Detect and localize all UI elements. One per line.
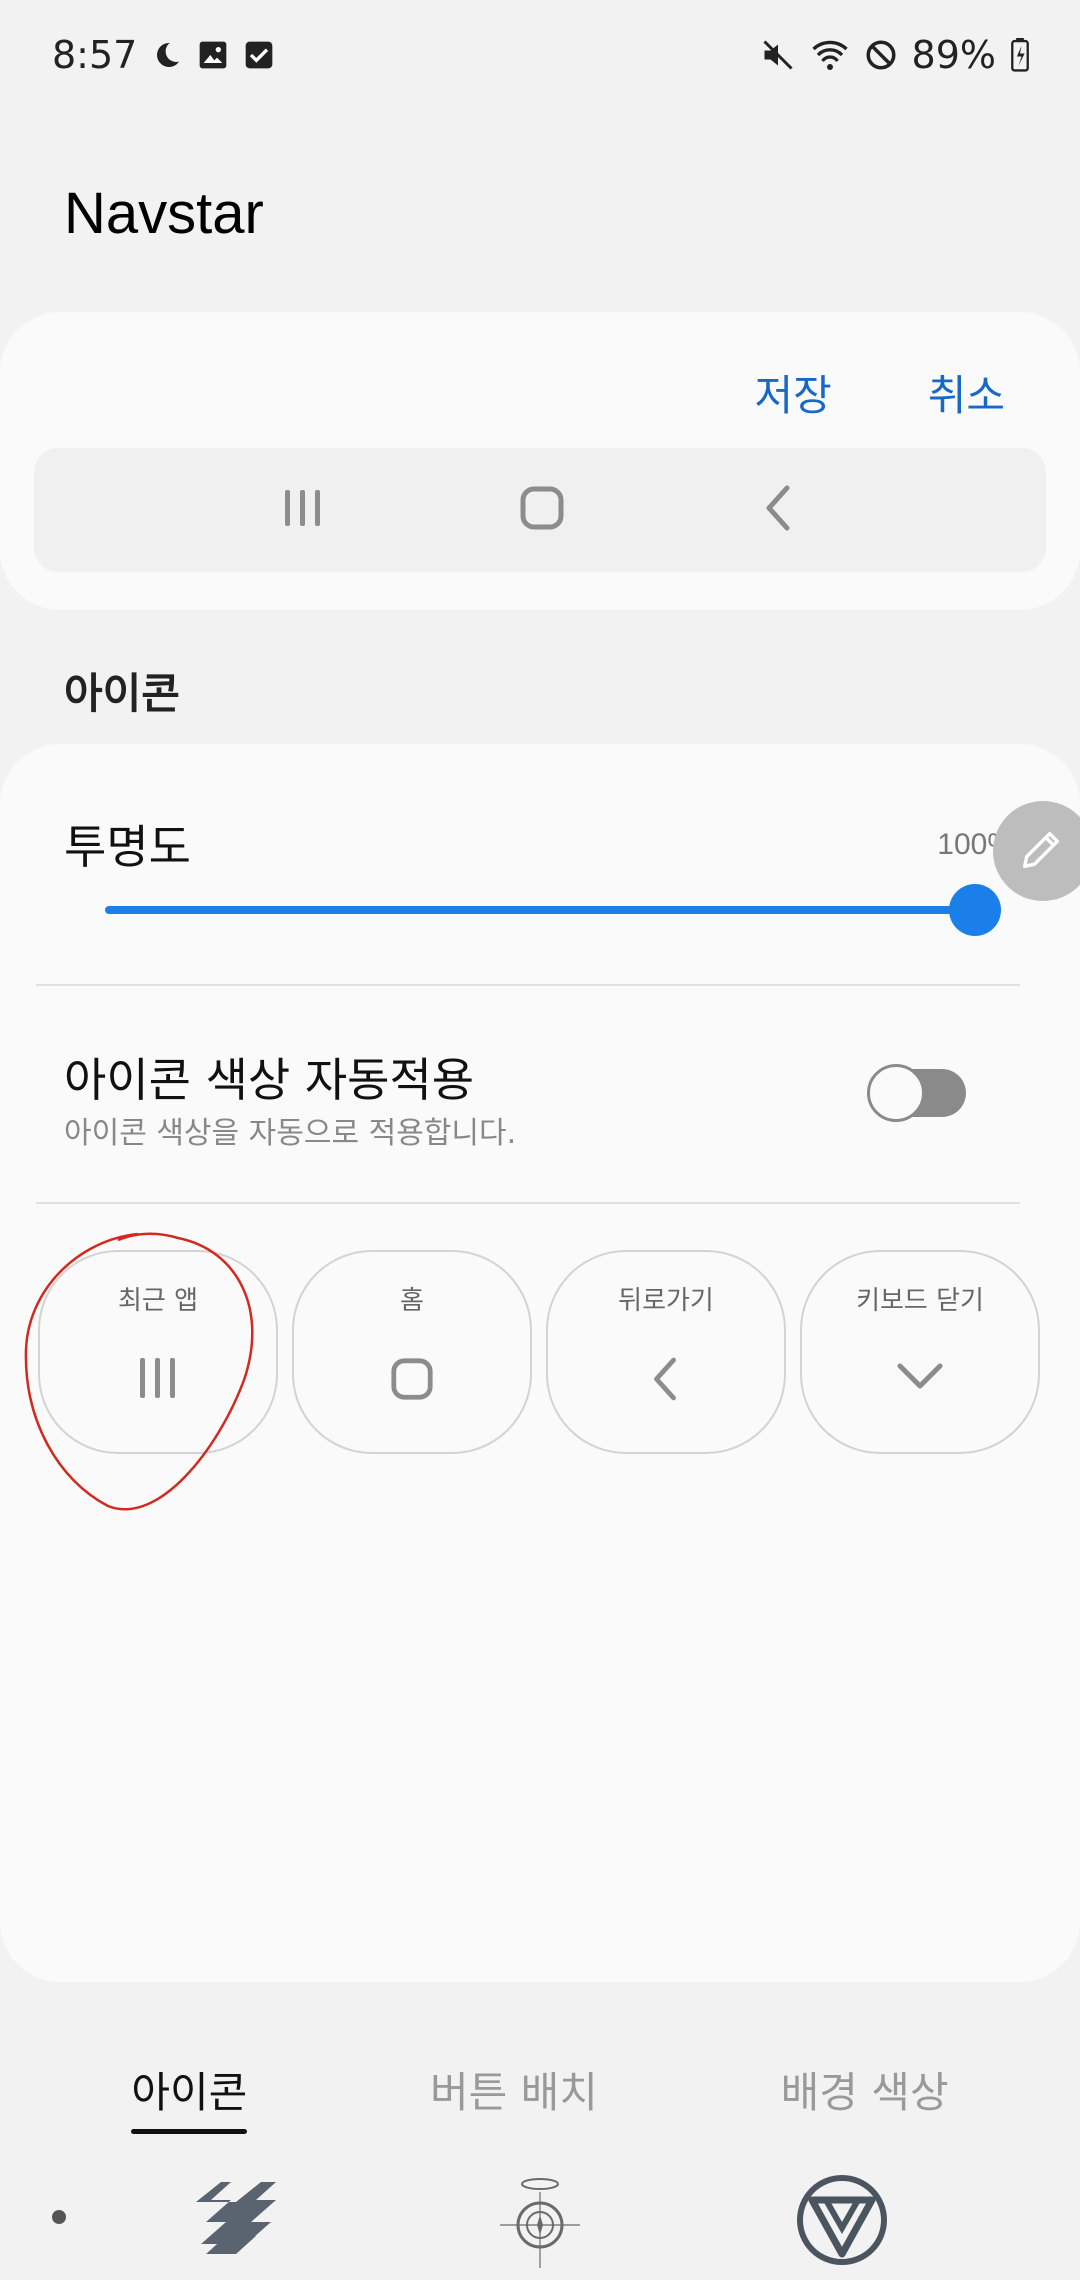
chevron-down-icon [896, 1356, 944, 1398]
preview-card: 저장 취소 [0, 312, 1080, 610]
tab-button-layout[interactable]: 버튼 배치 [430, 2059, 598, 2132]
mute-icon [760, 37, 796, 73]
status-left: 8:57 [52, 33, 275, 77]
status-bar: 8:57 89% [0, 0, 1080, 110]
battery-text: 89% [911, 33, 996, 77]
status-time: 8:57 [52, 33, 138, 77]
close-keyboard-button[interactable]: 키보드 닫기 [800, 1250, 1040, 1454]
tab-icon[interactable]: 아이콘 [131, 2059, 247, 2134]
recents-icon [281, 486, 325, 534]
page-title: Navstar [64, 181, 264, 246]
icon-button-row: 최근 앱 홈 뒤로가기 키보드 닫기 [38, 1250, 1040, 1454]
tab-background-color[interactable]: 배경 색상 [781, 2059, 949, 2132]
auto-color-title: 아이콘 색상 자동적용 [64, 1053, 475, 1107]
opacity-slider-thumb[interactable] [949, 884, 1001, 936]
save-button[interactable]: 저장 [754, 362, 831, 423]
cancel-button[interactable]: 취소 [928, 362, 1005, 423]
recents-button[interactable]: 최근 앱 [38, 1250, 278, 1454]
recents-icon [136, 1356, 180, 1404]
block-icon [864, 38, 898, 72]
opacity-slider-track[interactable] [105, 906, 975, 914]
back-icon [647, 1356, 685, 1406]
divider [36, 984, 1020, 986]
icon-button-label: 홈 [400, 1286, 424, 1316]
toggle-knob [867, 1064, 925, 1122]
back-button[interactable]: 뒤로가기 [546, 1250, 786, 1454]
dot-icon [52, 2210, 66, 2224]
checkbox-icon [243, 39, 275, 71]
home-icon [389, 1356, 435, 1406]
moon-icon [151, 39, 183, 71]
edit-button[interactable] [993, 801, 1080, 901]
home-icon [518, 484, 566, 536]
section-title: 아이콘 [64, 669, 180, 718]
opacity-label: 투명도 [64, 820, 191, 874]
triangle-knot-logo-icon[interactable] [790, 2168, 894, 2276]
navbar-preview [34, 448, 1046, 572]
auto-color-toggle[interactable] [867, 1064, 966, 1122]
chevron-stack-logo-icon[interactable] [186, 2172, 286, 2270]
status-right: 89% [760, 33, 1030, 77]
pencil-icon [1019, 826, 1065, 876]
auto-color-subtitle: 아이콘 색상을 자동으로 적용합니다. [64, 1116, 517, 1151]
battery-icon [1010, 38, 1030, 72]
back-icon [759, 484, 799, 536]
icon-button-label: 키보드 닫기 [856, 1286, 984, 1316]
icon-button-label: 최근 앱 [117, 1286, 199, 1316]
image-icon [197, 39, 229, 71]
footer-logos [0, 2160, 1080, 2280]
bottom-tab-bar: 아이콘 버튼 배치 배경 색상 [0, 2040, 1080, 2150]
home-button[interactable]: 홈 [292, 1250, 532, 1454]
divider [36, 1202, 1020, 1204]
wifi-icon [810, 37, 850, 73]
icon-button-label: 뒤로가기 [618, 1286, 714, 1316]
icon-settings-card: 투명도 100% 아이콘 색상 자동적용 아이콘 색상을 자동으로 적용합니다.… [0, 744, 1080, 1982]
preview-actions: 저장 취소 [754, 362, 1005, 423]
compass-halo-logo-icon[interactable] [490, 2170, 590, 2274]
